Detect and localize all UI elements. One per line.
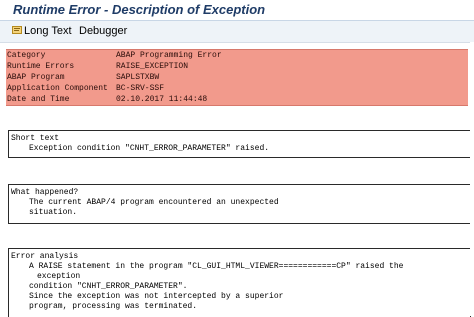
section-line: condition "CNHT_ERROR_PARAMETER". <box>29 282 188 291</box>
long-text-label: Long Text <box>24 25 72 37</box>
debugger-button[interactable]: Debugger <box>79 24 127 39</box>
header-label: Application Component <box>7 84 108 93</box>
section-line: exception <box>37 272 81 281</box>
header-row: Category ABAP Programming Error <box>6 50 468 61</box>
header-value: ABAP Programming Error <box>116 51 222 60</box>
section-line: Exception condition "CNHT_ERROR_PARAMETE… <box>29 144 270 153</box>
toolbar: Long Text Debugger <box>0 21 474 43</box>
error-analysis-section: Error analysis A RAISE statement in the … <box>8 248 471 317</box>
header-value: BC-SRV-SSF <box>116 84 165 93</box>
header-row: Application Component BC-SRV-SSF <box>6 83 468 94</box>
header-row: Date and Time 02.10.2017 11:44:48 <box>6 94 468 105</box>
header-value: RAISE_EXCEPTION <box>116 62 189 71</box>
section-title: What happened? <box>11 188 79 197</box>
section-line: The current ABAP/4 program encountered a… <box>29 198 279 207</box>
header-label: ABAP Program <box>7 73 65 82</box>
header-label: Runtime Errors <box>7 62 75 71</box>
title-bar: Runtime Error - Description of Exception <box>0 0 474 21</box>
header-label: Category <box>7 51 46 60</box>
header-row: ABAP Program SAPLSTXBW <box>6 72 468 83</box>
section-title: Short text <box>11 134 60 143</box>
header-label: Date and Time <box>7 95 70 104</box>
short-text-section: Short text Exception condition "CNHT_ERR… <box>8 130 471 158</box>
long-text-icon <box>12 26 22 34</box>
section-line: situation. <box>29 208 78 217</box>
header-value: 02.10.2017 11:44:48 <box>116 95 208 104</box>
debugger-label: Debugger <box>79 25 128 37</box>
section-title: Error analysis <box>11 252 79 261</box>
section-line: Since the exception was not intercepted … <box>29 292 284 301</box>
section-line: program, processing was terminated. <box>29 302 198 311</box>
header-row: Runtime Errors RAISE_EXCEPTION <box>6 61 468 72</box>
window-title: Runtime Error - Description of Exception <box>13 2 266 17</box>
what-happened-section: What happened? The current ABAP/4 progra… <box>8 184 471 224</box>
scroll-edge <box>470 42 474 316</box>
header-value: SAPLSTXBW <box>116 73 160 82</box>
error-header-table: Category ABAP Programming Error Runtime … <box>6 49 468 106</box>
section-line: A RAISE statement in the program "CL_GUI… <box>29 262 404 271</box>
long-text-button[interactable]: Long Text <box>12 24 72 39</box>
